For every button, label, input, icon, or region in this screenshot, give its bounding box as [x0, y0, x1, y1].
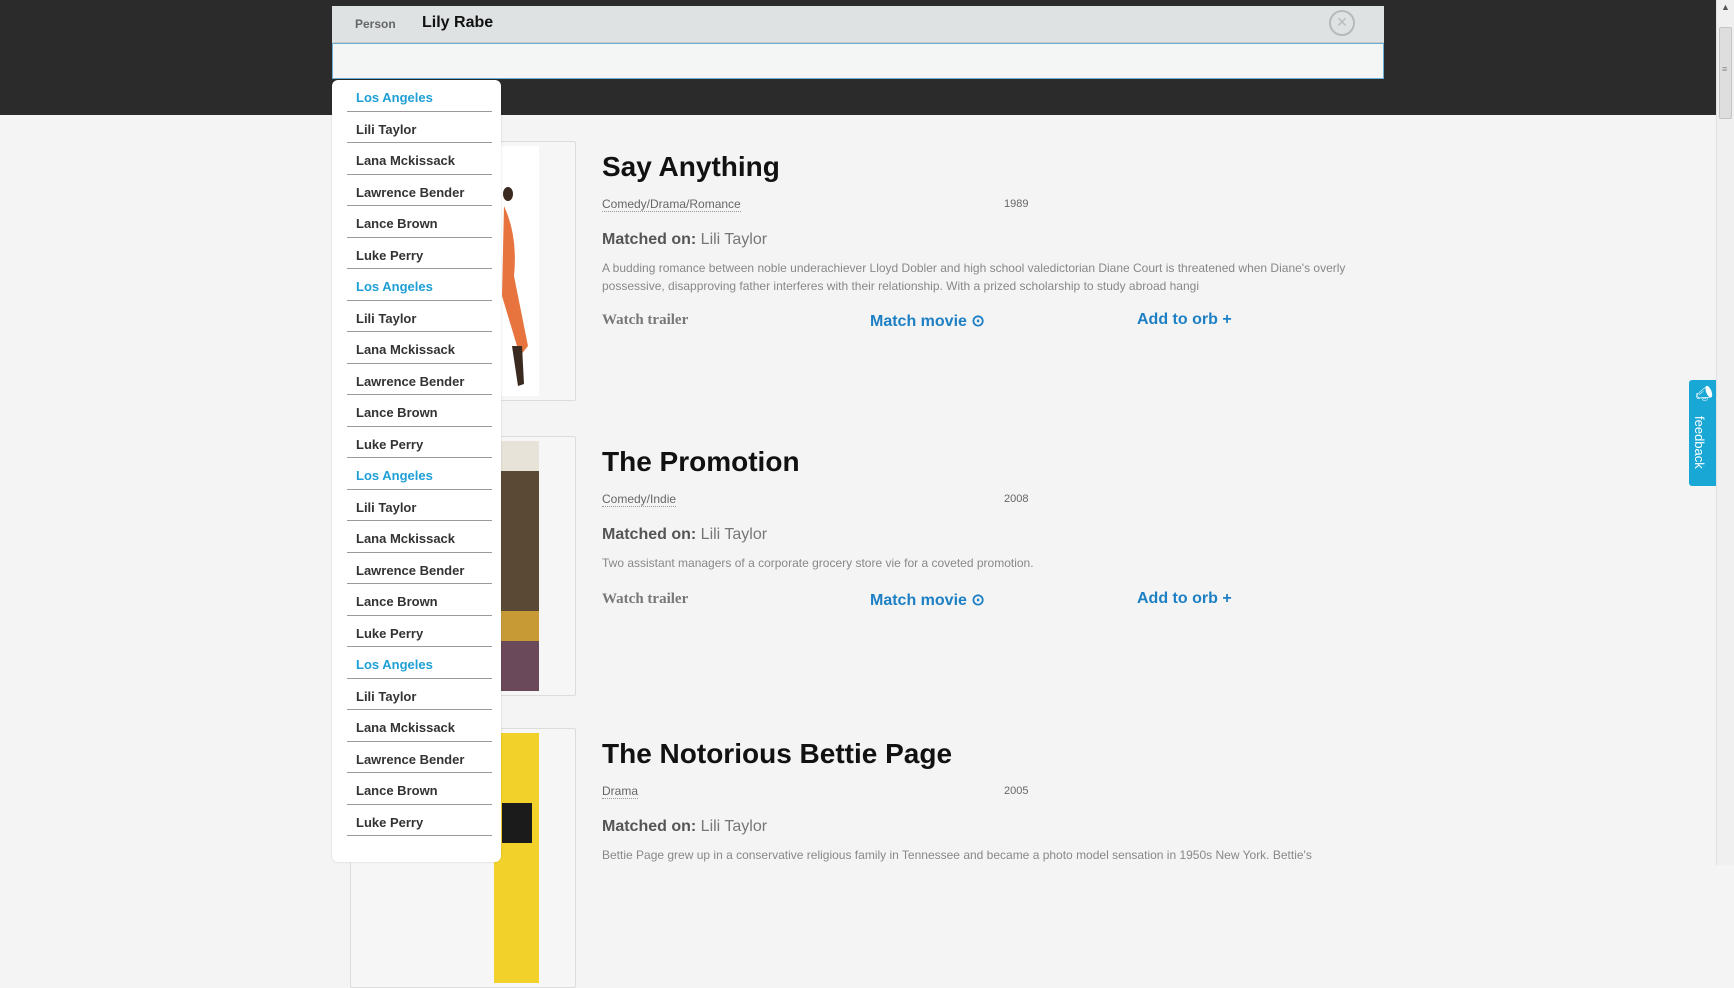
- suggestion-item[interactable]: Lance Brown: [347, 773, 492, 805]
- search-term[interactable]: Lily Rabe: [422, 14, 493, 32]
- feedback-tab[interactable]: 📣︎ feedback: [1689, 380, 1716, 486]
- movie-genre[interactable]: Comedy/Drama/Romance: [602, 197, 741, 212]
- search-panel: Person Lily Rabe ×: [332, 6, 1384, 79]
- matched-on: Matched on: Lili Taylor: [602, 231, 767, 249]
- matched-on-label: Matched on:: [602, 231, 697, 248]
- matched-on: Matched on: Lili Taylor: [602, 818, 767, 836]
- suggestion-item[interactable]: Lana Mckissack: [347, 332, 492, 364]
- add-to-orb-link[interactable]: Add to orb +: [1137, 590, 1232, 608]
- suggestion-item[interactable]: Lawrence Bender: [347, 742, 492, 773]
- match-movie-link[interactable]: Match movie ⊙: [870, 311, 985, 331]
- suggestion-item[interactable]: Luke Perry: [347, 238, 492, 269]
- movie-genre[interactable]: Comedy/Indie: [602, 492, 677, 507]
- feedback-label: feedback: [1692, 416, 1707, 469]
- suggestion-item[interactable]: Lili Taylor: [347, 301, 492, 332]
- suggestion-item[interactable]: Lili Taylor: [347, 679, 492, 710]
- suggestion-item[interactable]: Lili Taylor: [347, 490, 492, 521]
- suggestion-item[interactable]: Lana Mckissack: [347, 143, 492, 175]
- movie-description: Bettie Page grew up in a conservative re…: [602, 848, 1312, 862]
- suggestion-item[interactable]: Lawrence Bender: [347, 553, 492, 584]
- matched-on-name: Lili Taylor: [700, 231, 768, 248]
- scrollbar[interactable]: ▲ ≡: [1716, 0, 1734, 865]
- suggestion-item[interactable]: Lance Brown: [347, 395, 492, 427]
- movie-title[interactable]: Say Anything: [602, 151, 780, 183]
- matched-on-name: Lili Taylor: [700, 818, 768, 835]
- suggestion-group-heading[interactable]: Los Angeles: [347, 458, 492, 490]
- movie-description: Two assistant managers of a corporate gr…: [602, 556, 1034, 570]
- matched-on: Matched on: Lili Taylor: [602, 526, 767, 544]
- suggestion-item[interactable]: Lili Taylor: [347, 112, 492, 143]
- movie-year: 2008: [1004, 493, 1029, 505]
- megaphone-icon: 📣︎: [1695, 385, 1713, 401]
- close-icon[interactable]: ×: [1329, 10, 1355, 36]
- movie-description: A budding romance between noble underach…: [602, 261, 1346, 293]
- search-token-bar: Person Lily Rabe ×: [332, 6, 1384, 43]
- matched-on-label: Matched on:: [602, 818, 697, 835]
- scroll-thumb[interactable]: ≡: [1719, 27, 1732, 119]
- movie-year: 1989: [1004, 198, 1029, 210]
- movie-year: 2005: [1004, 785, 1029, 797]
- suggestion-dropdown: Los Angeles Lili Taylor Lana Mckissack Lawr…: [332, 80, 501, 862]
- suggestion-item[interactable]: Lana Mckissack: [347, 710, 492, 742]
- matched-on-name: Lili Taylor: [700, 526, 768, 543]
- add-to-orb-link[interactable]: Add to orb +: [1137, 311, 1232, 329]
- suggestion-item[interactable]: Lawrence Bender: [347, 364, 492, 395]
- movie-title[interactable]: The Notorious Bettie Page: [602, 738, 952, 770]
- search-type-label: Person: [355, 17, 396, 31]
- suggestion-item[interactable]: Lana Mckissack: [347, 521, 492, 553]
- suggestion-item[interactable]: Lance Brown: [347, 584, 492, 616]
- suggestion-item[interactable]: Luke Perry: [347, 616, 492, 647]
- scroll-up-arrow-icon[interactable]: ▲: [1721, 2, 1730, 12]
- suggestion-item[interactable]: Lance Brown: [347, 206, 492, 238]
- suggestion-group-heading[interactable]: Los Angeles: [347, 269, 492, 301]
- suggestion-item[interactable]: Luke Perry: [347, 805, 492, 836]
- suggestion-group-heading[interactable]: Los Angeles: [347, 647, 492, 679]
- search-input[interactable]: [332, 43, 1384, 79]
- match-movie-link[interactable]: Match movie ⊙: [870, 590, 985, 610]
- matched-on-label: Matched on:: [602, 526, 697, 543]
- watch-trailer-link[interactable]: Watch trailer: [602, 312, 688, 329]
- suggestion-group-heading[interactable]: Los Angeles: [347, 80, 492, 112]
- suggestion-item[interactable]: Lawrence Bender: [347, 175, 492, 206]
- suggestion-item[interactable]: Luke Perry: [347, 427, 492, 458]
- movie-title[interactable]: The Promotion: [602, 446, 800, 478]
- watch-trailer-link[interactable]: Watch trailer: [602, 591, 688, 608]
- grip-icon: ≡: [1722, 64, 1728, 74]
- movie-genre[interactable]: Drama: [602, 784, 639, 799]
